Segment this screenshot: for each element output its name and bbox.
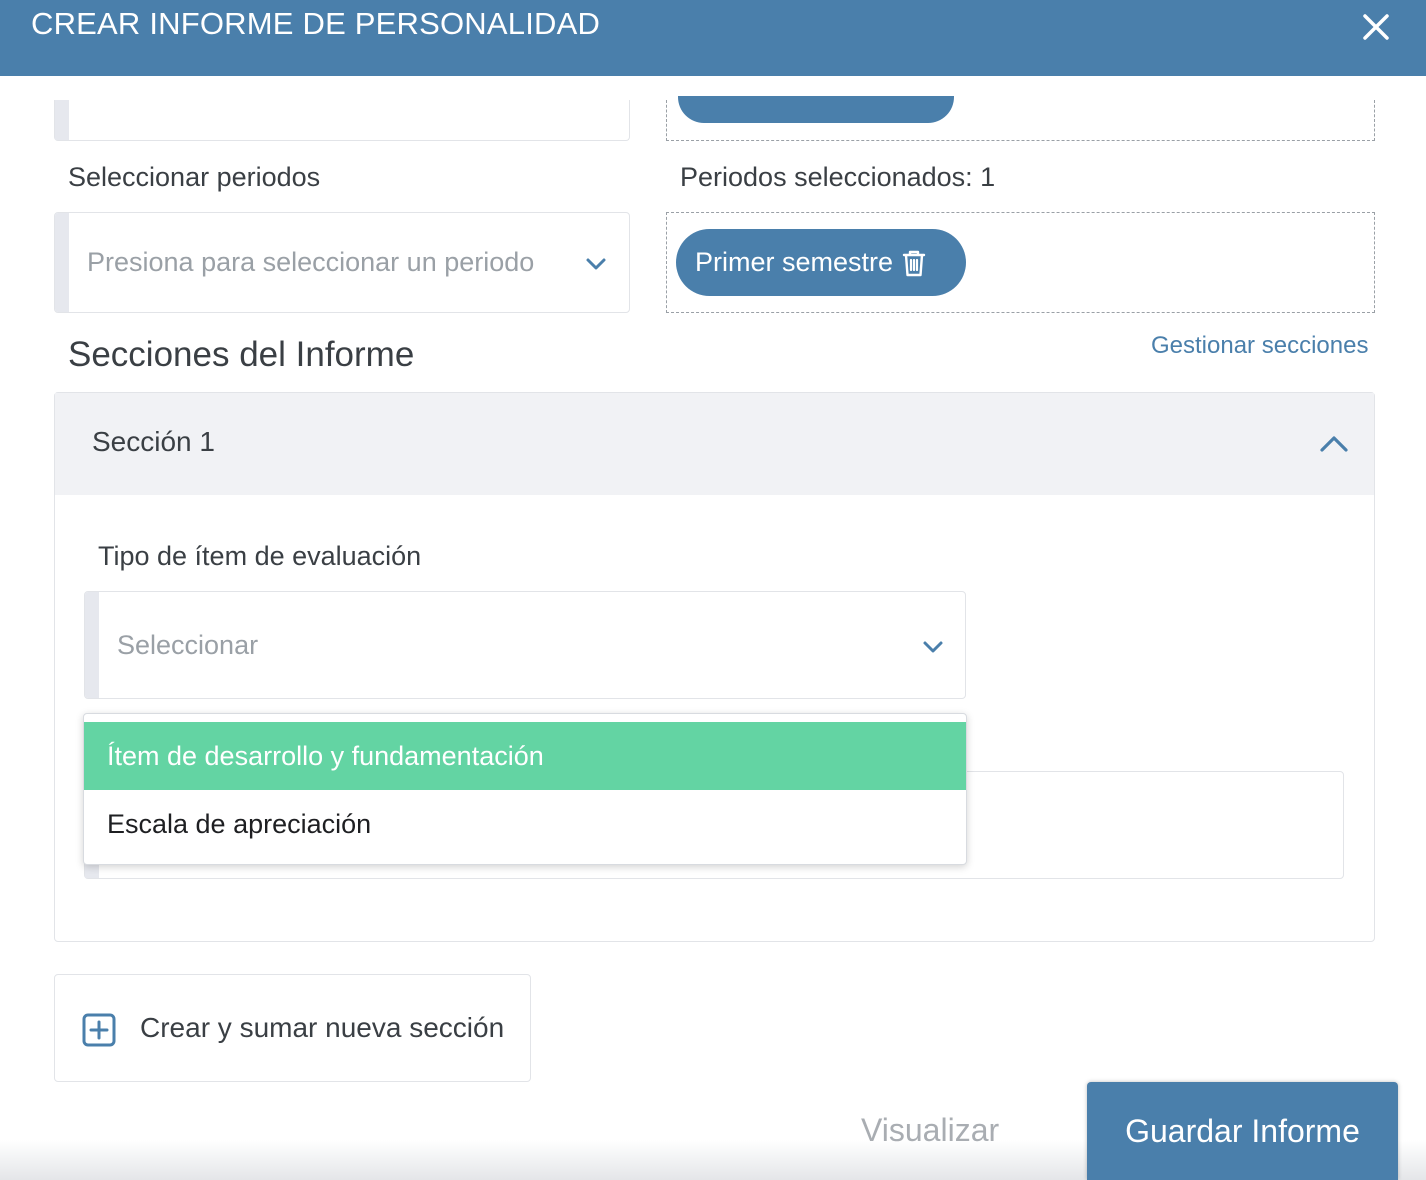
trash-icon[interactable] bbox=[901, 248, 927, 278]
modal-title: CREAR INFORME DE PERSONALIDAD bbox=[31, 6, 601, 41]
item-type-placeholder: Seleccionar bbox=[117, 630, 259, 660]
modal: CREAR INFORME DE PERSONALIDAD Selecciona… bbox=[0, 0, 1426, 1180]
period-chip-label: Primer semestre bbox=[695, 247, 894, 277]
manage-sections-link[interactable]: Gestionar secciones bbox=[1151, 332, 1368, 360]
period-select[interactable]: Presiona para seleccionar un periodo bbox=[54, 212, 630, 313]
dropdown-option-label: Escala de apreciación bbox=[107, 808, 372, 839]
dropdown-option[interactable]: Ítem de desarrollo y fundamentación bbox=[84, 722, 966, 790]
close-icon[interactable] bbox=[1356, 7, 1396, 47]
scrolled-input-fragment bbox=[54, 100, 630, 141]
chevron-down-icon bbox=[921, 635, 945, 664]
dropdown-option-label: Ítem de desarrollo y fundamentación bbox=[107, 740, 544, 771]
select-accent-bar bbox=[85, 592, 99, 698]
dropdown-option[interactable]: Escala de apreciación bbox=[84, 790, 966, 858]
period-select-placeholder: Presiona para seleccionar un periodo bbox=[87, 247, 535, 277]
plus-square-icon bbox=[82, 1013, 116, 1047]
item-type-label: Tipo de ítem de evaluación bbox=[98, 541, 422, 571]
select-periods-label: Seleccionar periodos bbox=[68, 162, 321, 192]
select-accent-bar bbox=[55, 213, 69, 312]
preview-button[interactable]: Visualizar bbox=[861, 1112, 999, 1149]
chevron-down-icon bbox=[584, 252, 608, 281]
save-report-button[interactable]: Guardar Informe bbox=[1087, 1082, 1398, 1180]
sections-heading: Secciones del Informe bbox=[68, 335, 415, 374]
selected-periods-label: Periodos seleccionados: 1 bbox=[680, 162, 996, 192]
section-header[interactable]: Sección 1 bbox=[55, 393, 1374, 495]
chevron-up-icon[interactable] bbox=[1319, 429, 1349, 459]
item-type-select[interactable]: Seleccionar bbox=[84, 591, 966, 699]
section-title: Sección 1 bbox=[92, 426, 215, 457]
add-section-label: Crear y sumar nueva sección bbox=[140, 1012, 505, 1043]
add-section-button[interactable]: Crear y sumar nueva sección bbox=[54, 974, 531, 1082]
scrolled-chip-fragment bbox=[678, 96, 954, 123]
modal-header: CREAR INFORME DE PERSONALIDAD bbox=[0, 0, 1426, 76]
period-chip[interactable]: Primer semestre bbox=[676, 229, 966, 296]
item-type-dropdown: Ítem de desarrollo y fundamentación Esca… bbox=[83, 713, 967, 865]
